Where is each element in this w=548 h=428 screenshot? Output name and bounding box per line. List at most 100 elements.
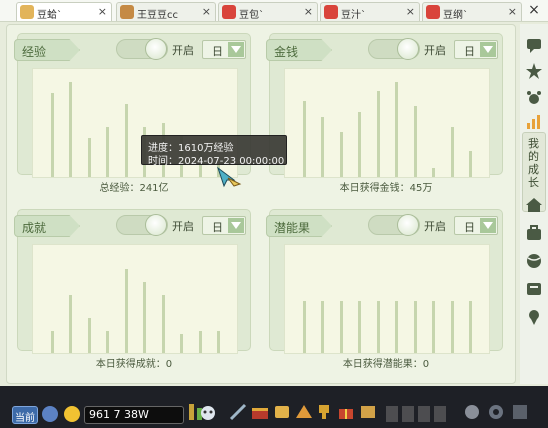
character-avatar-icon	[120, 5, 134, 19]
chart-bar[interactable]	[88, 318, 91, 353]
chart-bar[interactable]	[125, 269, 128, 353]
period-select[interactable]: 日	[202, 40, 246, 59]
chart-bar[interactable]	[432, 301, 435, 353]
chart-bar[interactable]	[88, 138, 91, 177]
chart-bar[interactable]	[414, 106, 417, 177]
window-close-icon[interactable]: ×	[526, 2, 542, 18]
growth-chart-icon[interactable]	[525, 112, 543, 130]
inventory-icon[interactable]	[525, 280, 543, 298]
wing-icon[interactable]	[294, 402, 314, 422]
pet-icon[interactable]	[198, 402, 218, 422]
chart-bar[interactable]	[377, 301, 380, 353]
card-title-tag: 成就	[14, 215, 80, 237]
enable-toggle[interactable]	[368, 214, 420, 236]
period-select[interactable]: 日	[454, 40, 498, 59]
data-tooltip: 进度：1610万经验 时间：2024-07-23 00:00:00	[141, 135, 287, 167]
exit-icon[interactable]	[510, 402, 530, 422]
chart-bar[interactable]	[321, 117, 324, 177]
tab-char-4[interactable]: 豆汁` ×	[320, 2, 420, 21]
home-icon[interactable]	[525, 196, 543, 214]
tab-close-icon[interactable]: ×	[406, 5, 415, 18]
emoji-icon[interactable]	[64, 406, 80, 422]
chart-bar[interactable]	[162, 295, 165, 353]
achievement-card: 成就 开启 日	[14, 209, 251, 354]
chart-bar[interactable]	[106, 127, 109, 177]
chart-bar[interactable]	[321, 301, 324, 353]
chart-bar[interactable]	[69, 82, 72, 177]
tab-close-icon[interactable]: ×	[202, 5, 211, 18]
chart-bar[interactable]	[414, 301, 417, 353]
chart-bar[interactable]	[395, 82, 398, 177]
bag-icon[interactable]	[525, 224, 543, 242]
tab-char-1[interactable]: 豆蛤` ×	[16, 2, 112, 21]
chart-bar[interactable]	[217, 331, 220, 353]
chart-bar[interactable]	[303, 301, 306, 353]
treasure-icon[interactable]	[250, 402, 270, 422]
chart-bar[interactable]	[51, 331, 54, 353]
bar-plot	[32, 244, 238, 354]
chart-bar[interactable]	[51, 93, 54, 177]
current-channel-button[interactable]: 当前	[12, 406, 38, 424]
tab-close-icon[interactable]: ×	[508, 5, 517, 18]
right-sidebar: 我的成长	[520, 24, 548, 384]
character-avatar-icon	[222, 5, 236, 19]
chart-bar[interactable]	[358, 301, 361, 353]
growth-panel: 经验 开启 日 金钱 开启 日 成就 开启 日 潜能果 开启 日 总经验：241…	[6, 24, 516, 384]
chevron-down-icon	[228, 42, 244, 57]
tab-close-icon[interactable]: ×	[304, 5, 313, 18]
character-avatar-icon	[20, 5, 34, 19]
period-value: 日	[464, 45, 475, 58]
enable-toggle[interactable]	[368, 38, 420, 60]
map-pin-icon[interactable]	[525, 308, 543, 326]
pet-paw-icon[interactable]	[525, 88, 543, 106]
book-icon[interactable]	[358, 402, 378, 422]
sword-icon[interactable]	[228, 402, 248, 422]
tooltip-time: 时间：2024-07-23 00:00:00	[148, 156, 285, 167]
chart-bar[interactable]	[451, 301, 454, 353]
enable-toggle[interactable]	[116, 38, 168, 60]
enable-toggle[interactable]	[116, 214, 168, 236]
chart-bar[interactable]	[469, 301, 472, 353]
map-icon[interactable]	[42, 406, 58, 422]
tab-char-5[interactable]: 豆纲` ×	[422, 2, 522, 21]
toggle-knob	[397, 214, 419, 236]
trophy-icon[interactable]	[314, 402, 334, 422]
chart-bar[interactable]	[395, 301, 398, 353]
scroll-icon[interactable]	[272, 402, 292, 422]
chart-bar[interactable]	[180, 334, 183, 353]
chart-bar[interactable]	[69, 295, 72, 353]
card-title-tag: 金钱	[266, 39, 332, 61]
chart-bar[interactable]	[340, 132, 343, 177]
settings-icon[interactable]	[486, 402, 506, 422]
toggle-label: 开启	[172, 44, 194, 57]
chart-bar[interactable]	[143, 282, 146, 353]
player-stats: 961 7 38W	[84, 406, 184, 424]
chat-icon[interactable]	[525, 36, 543, 54]
gift-icon[interactable]	[336, 402, 356, 422]
ball-icon[interactable]	[525, 252, 543, 270]
card-title: 经验	[22, 45, 47, 59]
chart-bar[interactable]	[199, 331, 202, 353]
tab-label: 豆包`	[239, 10, 264, 21]
star-icon[interactable]	[525, 62, 543, 80]
tab-close-icon[interactable]: ×	[98, 5, 107, 18]
chart-bar[interactable]	[340, 301, 343, 353]
obscured-icon	[418, 406, 430, 422]
tab-char-3[interactable]: 豆包` ×	[218, 2, 318, 21]
card-title: 潜能果	[274, 221, 311, 235]
obscured-icon	[386, 406, 398, 422]
game-taskbar: 当前 961 7 38W	[0, 386, 548, 428]
chart-bar[interactable]	[377, 91, 380, 177]
chart-bar[interactable]	[469, 151, 472, 177]
chart-bar[interactable]	[303, 101, 306, 177]
chart-bar[interactable]	[125, 104, 128, 177]
tab-char-2[interactable]: 王豆豆cc ×	[116, 2, 216, 21]
period-select[interactable]: 日	[454, 216, 498, 235]
period-select[interactable]: 日	[202, 216, 246, 235]
system-menu-icon[interactable]	[462, 402, 482, 422]
toggle-knob	[397, 38, 419, 60]
chart-bar[interactable]	[432, 168, 435, 177]
chart-bar[interactable]	[106, 331, 109, 353]
chart-bar[interactable]	[451, 127, 454, 177]
chart-bar[interactable]	[358, 112, 361, 177]
